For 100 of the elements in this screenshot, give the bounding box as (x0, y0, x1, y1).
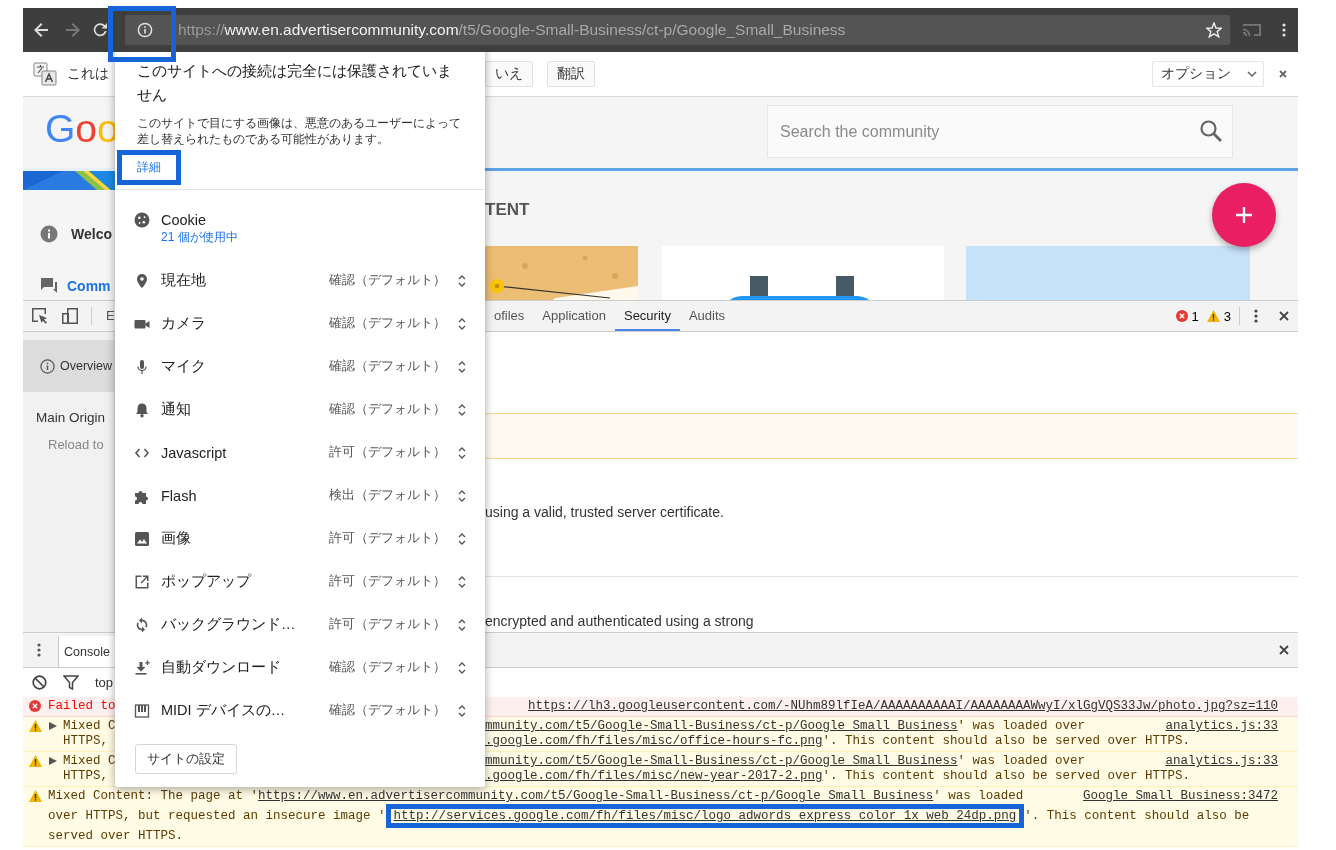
console-link[interactable]: mmunity.com/t5/Google-Small-Business/ct-p/Google_Small_Business (485, 719, 958, 733)
permission-label: ポップアップ (161, 572, 253, 591)
search-field[interactable]: Search the community (767, 105, 1233, 158)
cookie-icon (134, 212, 150, 228)
clear-icon[interactable] (32, 675, 47, 690)
chat-icon (40, 277, 58, 295)
permission-select[interactable]: 確認（デフォルト） (329, 272, 467, 289)
description-text: encrypted and authenticated using a strong (485, 613, 754, 629)
stepper-icon (457, 531, 467, 546)
source-link[interactable]: https://lh3.googleusercontent.com/-NUhm89lfIeA/AAAAAAAAAAI/AAAAAAAAWwyI/xlGgVQS33Jw/photo.jpg?sz=110 (515, 699, 1278, 714)
permission-label: 現在地 (161, 271, 207, 290)
console-link[interactable]: .google.com/fh/files/misc/new-year-2017-2.png (485, 769, 823, 783)
permission-label: 自動ダウンロード (161, 658, 282, 677)
devtools-tab[interactable]: Application (533, 301, 615, 331)
options-dropdown[interactable]: オプション (1152, 61, 1264, 87)
warning-icon (1206, 310, 1220, 322)
cookie-usage-link[interactable]: 21 個が使用中 (161, 229, 238, 245)
source-link[interactable]: analytics.js:33 (1153, 754, 1278, 769)
console-tab[interactable]: Console (58, 636, 115, 667)
device-icon[interactable] (61, 307, 79, 325)
expand-triangle-icon[interactable] (49, 722, 57, 730)
stepper-icon (457, 617, 467, 632)
permission-select[interactable]: 許可（デフォルト） (329, 444, 467, 461)
permission-label: カメラ (161, 314, 207, 333)
permission-select[interactable]: 検出（デフォルト） (329, 487, 467, 504)
permission-select[interactable]: 確認（デフォルト） (329, 702, 467, 719)
console-message: Mixed C HTTPS, (63, 719, 116, 749)
warning-count: 3 (1223, 308, 1231, 324)
cast-icon[interactable] (1242, 22, 1262, 38)
url-text: https://www.en.advertisercommunity.com/t5/Google-Small-Business/ct-p/Google_Small_Business (178, 21, 847, 39)
menu-icon[interactable] (1282, 22, 1286, 38)
close-icon[interactable] (1278, 644, 1290, 656)
back-icon[interactable] (33, 22, 49, 38)
permission-select[interactable]: 確認（デフォルト） (329, 315, 467, 332)
permission-label: 通知 (161, 400, 192, 419)
menu-icon[interactable] (1254, 308, 1258, 324)
console-link[interactable]: http://services.google.com/fh/files/misc/logo_adwords_express_color_1x_web_24dp.png (385, 804, 1025, 828)
permission-select[interactable]: 許可（デフォルト） (329, 616, 467, 633)
address-field[interactable]: https://www.en.advertisercommunity.com/t5/Google-Small-Business/ct-p/Google_Small_Business (125, 15, 1230, 45)
chevron-icon (1247, 71, 1257, 77)
stepper-icon (457, 488, 467, 503)
stepper-icon (457, 445, 467, 460)
translate-button[interactable]: いえ (485, 61, 533, 87)
permission-label: 画像 (161, 529, 192, 548)
permission-label: マイク (161, 357, 207, 376)
error-icon (29, 700, 41, 712)
error-icon (1175, 310, 1188, 322)
permission-label: Cookie (161, 212, 208, 229)
reload-icon[interactable] (93, 23, 107, 37)
permission-select[interactable]: 確認（デフォルト） (329, 401, 467, 418)
external-link-icon (134, 573, 150, 590)
search-icon[interactable] (1199, 119, 1223, 143)
plus-icon (1234, 205, 1254, 225)
warning-icon (29, 790, 42, 802)
note-text: Reload to (47, 437, 105, 452)
stepper-icon (457, 273, 467, 288)
source-link[interactable]: Google_Small_Business:3472 (1070, 789, 1278, 804)
description-text: using a valid, trusted server certificate. (485, 504, 724, 520)
stepper-icon (457, 359, 467, 374)
menu-icon[interactable] (37, 642, 41, 658)
stepper-icon (457, 574, 467, 589)
console-link[interactable]: https://www.en.advertisercommunity.com/t5/Google-Small-Business/ct-p/Google_Small_Business (258, 789, 934, 803)
console-link[interactable]: mmunity.com/t5/Google-Small-Business/ct-p/Google_Small_Business (485, 754, 958, 768)
site-settings-button[interactable]: サイトの設定 (135, 744, 237, 774)
permission-select[interactable]: 許可（デフォルト） (329, 573, 467, 590)
translate-icon (33, 62, 57, 86)
filter-icon[interactable] (63, 675, 79, 690)
devtools-tab[interactable]: Audits (679, 301, 735, 331)
context-selector[interactable]: top (95, 675, 114, 690)
stepper-icon (457, 316, 467, 331)
permission-label: MIDI デバイスの… (161, 701, 287, 720)
details-link[interactable]: 詳細 (117, 150, 181, 185)
console-message: Mixed Content: The page at 'https://www.en.advertisercommunity.com/t5/Google-Small-Business/ct-p/Google_Small_Business' was loaded Google_Small_Business:3472 over HTTPS, but requested an insecure image ' http://services.google.com/fh/files/misc/logo_adwords_express_color_1x_web_24dp.png '. This content should also be served over HTTPS. (48, 789, 1278, 844)
info-icon[interactable] (137, 22, 153, 38)
nav-link[interactable]: Welco (71, 226, 112, 242)
close-icon[interactable] (1278, 310, 1290, 322)
permission-label: Flash (161, 487, 198, 504)
expand-triangle-icon[interactable] (49, 757, 57, 765)
sidebar-item[interactable]: Overview (23, 340, 114, 392)
popup-description: このサイトで目にする画像は、悪意のあるユーザーによって差し替えられたものである可能性があります。 (136, 115, 462, 147)
star-icon[interactable] (1206, 22, 1222, 38)
inspect-icon[interactable] (31, 307, 49, 325)
popup-title: このサイトへの接続は完全には保護されていません (136, 61, 453, 105)
add-button[interactable] (1212, 183, 1276, 247)
download-icon (134, 659, 150, 676)
source-link[interactable]: analytics.js:33 (1153, 719, 1278, 734)
stepper-icon (457, 402, 467, 417)
close-icon[interactable] (1278, 69, 1288, 79)
permission-select[interactable]: 確認（デフォルト） (329, 659, 467, 676)
devtools-tab[interactable]: E (104, 307, 115, 325)
translate-button[interactable]: 翻訳 (547, 61, 595, 87)
permission-select[interactable]: 確認（デフォルト） (329, 358, 467, 375)
nav-link[interactable]: Comm (67, 278, 111, 294)
devtools-tab[interactable]: ofiles (485, 301, 534, 331)
info-icon (40, 225, 58, 243)
permission-select[interactable]: 許可（デフォルト） (329, 530, 467, 547)
stepper-icon (457, 660, 467, 675)
error-count: 1 (1191, 308, 1199, 324)
stepper-icon (457, 703, 467, 718)
console-link[interactable]: .google.com/fh/files/misc/office-hours-fc.png (485, 734, 823, 748)
